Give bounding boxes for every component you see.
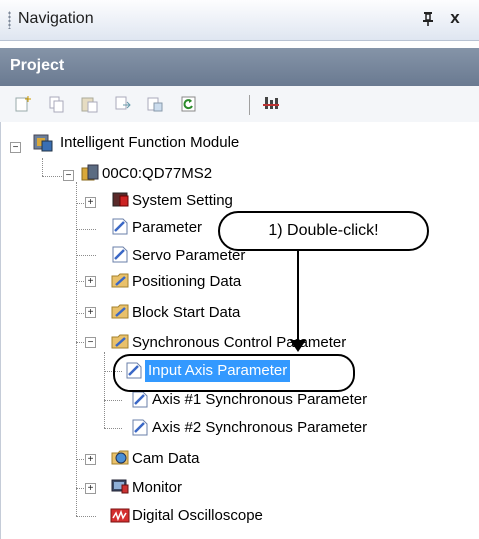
new-item-icon[interactable] [14, 95, 32, 113]
tree-item-label: Synchronous Control Parameter [132, 334, 347, 351]
tree-item-label: Input Axis Parameter [145, 360, 291, 382]
collapse-toggle[interactable]: − [63, 170, 74, 181]
expand-toggle[interactable]: + [85, 454, 96, 465]
project-header-label: Project [10, 57, 65, 74]
copy-icon[interactable] [48, 95, 66, 113]
pin-icon[interactable] [420, 9, 436, 27]
axis-2-synchronous-parameter-icon [130, 417, 150, 437]
input-axis-parameter-icon [124, 360, 144, 380]
parameter-icon [110, 216, 130, 236]
tree-line [76, 182, 77, 516]
callout-arrow [297, 249, 299, 344]
tree-item-label: System Setting [132, 192, 233, 209]
callout-arrow-head [290, 340, 306, 352]
panel-border [0, 122, 1, 539]
paste-icon[interactable] [80, 95, 98, 113]
properties-icon[interactable] [262, 95, 280, 113]
tree-line [104, 428, 122, 429]
module-icon [80, 163, 100, 183]
project-toolbar [0, 86, 479, 122]
refresh-icon[interactable] [180, 95, 198, 113]
expand-toggle[interactable]: + [85, 197, 96, 208]
intelligent-module-icon [32, 131, 53, 152]
tree-line [104, 352, 105, 428]
rename-icon[interactable] [146, 95, 164, 113]
tree-item-label: Digital Oscilloscope [132, 507, 263, 524]
tree-line [104, 371, 122, 372]
tree-item-label: Block Start Data [132, 304, 241, 321]
tree-item-label: Intelligent Function Module [60, 134, 240, 151]
expand-toggle[interactable]: + [85, 276, 96, 287]
collapse-toggle[interactable]: − [10, 142, 21, 153]
cam-data-icon [110, 447, 130, 467]
tree-item-label: 00C0:QD77MS2 [102, 165, 213, 182]
move-icon[interactable] [114, 95, 132, 113]
expand-toggle[interactable]: + [85, 483, 96, 494]
monitor-icon [110, 476, 130, 496]
tree-line [104, 400, 122, 401]
tree-line [76, 255, 96, 256]
drag-grip-icon[interactable] [8, 11, 11, 29]
panel-title: Navigation [18, 10, 94, 27]
tree-item-label: Axis #2 Synchronous Parameter [152, 419, 368, 436]
tree-item-label: Axis #1 Synchronous Parameter [152, 391, 368, 408]
expand-toggle[interactable]: + [85, 307, 96, 318]
positioning-data-icon [110, 270, 130, 290]
tree-line [76, 516, 96, 517]
synchronous-control-parameter-icon [110, 331, 130, 351]
axis-1-synchronous-parameter-icon [130, 389, 150, 409]
panel-titlebar: Navigation x [0, 0, 479, 41]
close-icon[interactable]: x [446, 8, 464, 28]
tree-item-label: Cam Data [132, 450, 200, 467]
tree-item-label: Positioning Data [132, 273, 242, 290]
tree-item-label: Parameter [132, 219, 203, 236]
toolbar-separator [249, 95, 250, 115]
collapse-toggle[interactable]: − [85, 337, 96, 348]
callout-bubble: 1) Double-click! [218, 211, 429, 251]
tree-line [76, 229, 96, 230]
tree-item-label: Monitor [132, 479, 183, 496]
digital-oscilloscope-icon [110, 505, 130, 525]
block-start-data-icon [110, 301, 130, 321]
project-header: Project [0, 48, 479, 86]
servo-parameter-icon [110, 244, 130, 264]
tree-line [42, 158, 43, 176]
system-setting-icon [110, 189, 130, 209]
